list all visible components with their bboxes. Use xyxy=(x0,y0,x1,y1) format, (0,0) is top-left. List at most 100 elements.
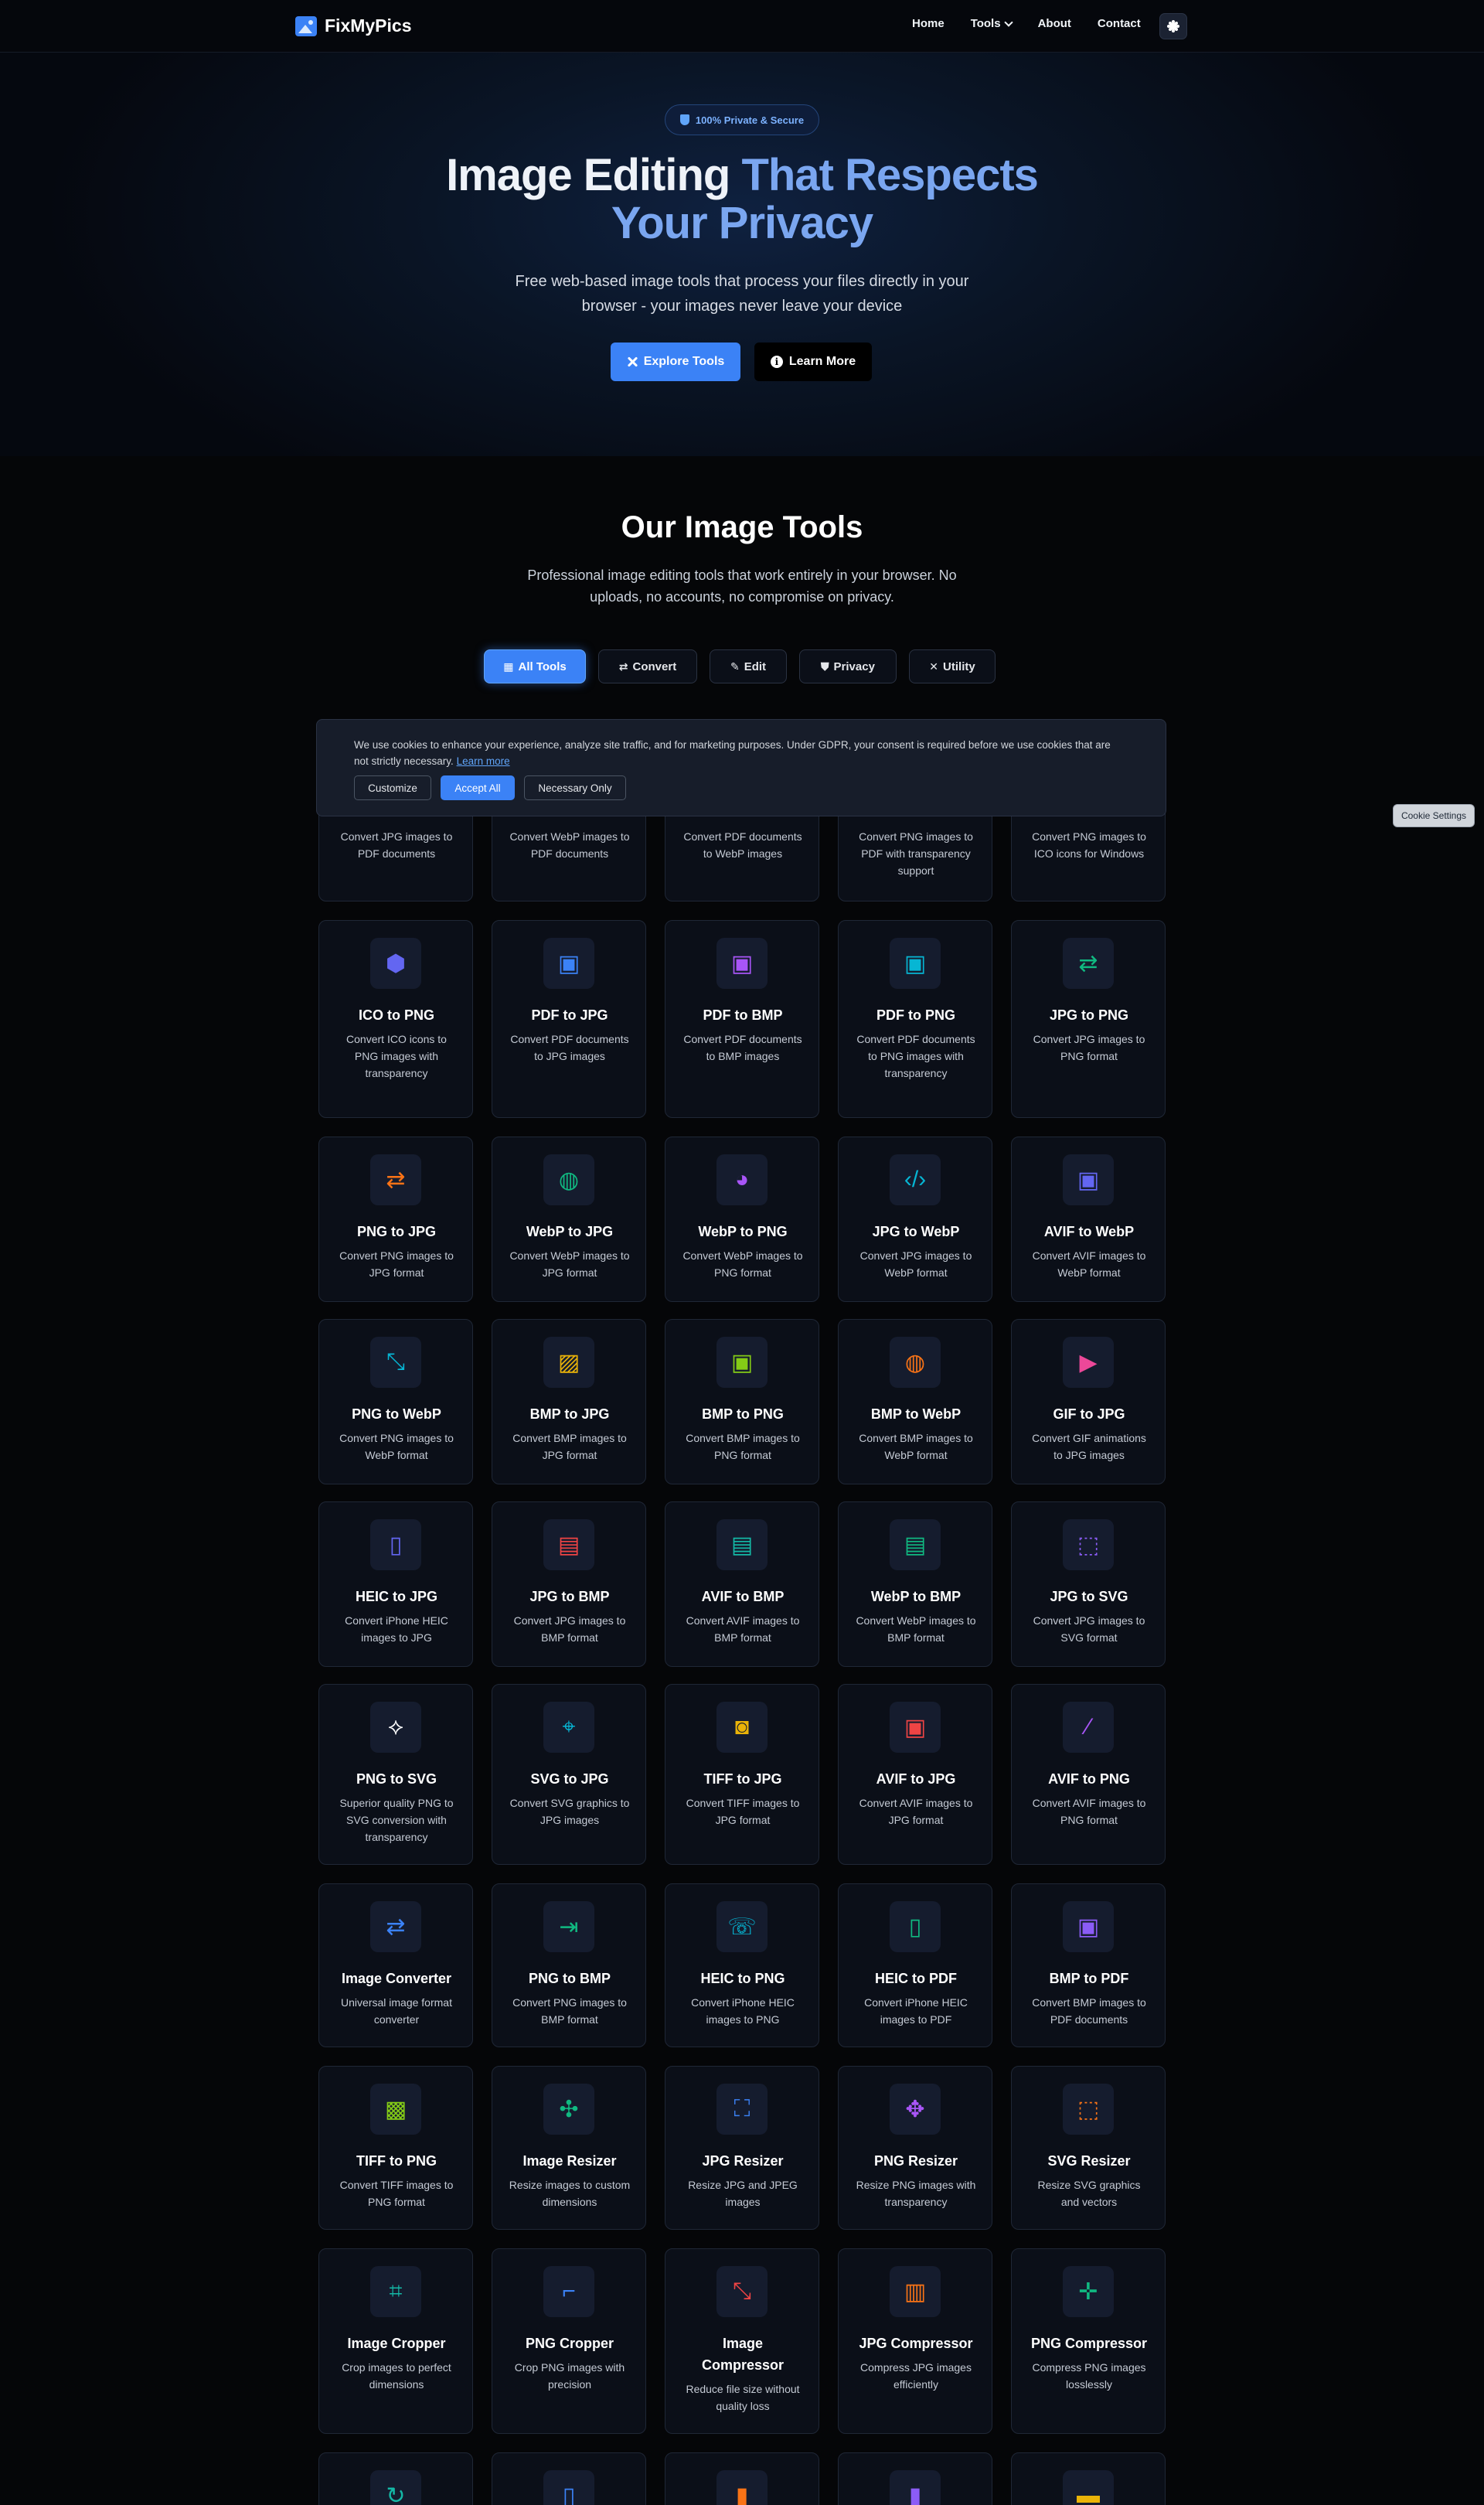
globe-icon: ◍ xyxy=(890,1337,941,1388)
tool-card[interactable]: ▬ xyxy=(1011,2452,1166,2505)
tool-card[interactable]: ✛ PNG Compressor Compress PNG images lossl… xyxy=(1011,2248,1166,2434)
tool-card-description: Convert JPG images to BMP format xyxy=(513,1614,626,1644)
tool-card[interactable]: ◍ WebP to JPG Convert WebP images to JPG f… xyxy=(492,1137,646,1302)
tool-card[interactable]: ◙ TIFF to JPG Convert TIFF images to JPG f… xyxy=(665,1684,819,1865)
tool-card[interactable]: ▣ AVIF to WebP Convert AVIF images to WebP… xyxy=(1011,1137,1166,1302)
file-image-icon: ▣ xyxy=(543,938,594,989)
compress-arrows-icon: ✛ xyxy=(1063,2266,1114,2317)
tool-card[interactable]: ⬚ JPG to SVG Convert JPG images to SVG for… xyxy=(1011,1501,1166,1667)
tool-card-title: JPG to SVG xyxy=(1050,1589,1128,1604)
tool-card[interactable]: ▣ PDF to BMP Convert PDF documents to BMP … xyxy=(665,920,819,1118)
tool-card[interactable]: ‹/› JPG to WebP Convert JPG images to WebP… xyxy=(838,1137,992,1302)
tool-grid: ▣JPG to PDFConvert JPG images to PDF doc… xyxy=(318,0,1166,2505)
cookie-learn-more-link[interactable]: Learn more xyxy=(457,755,510,767)
tool-card-title: AVIF to WebP xyxy=(1043,1224,1135,1239)
camera-retro-icon: ▩ xyxy=(370,2084,421,2135)
tool-card[interactable]: ◍ BMP to WebP Convert BMP images to WebP f… xyxy=(838,1319,992,1484)
file-image-icon: ▣ xyxy=(890,938,941,989)
tool-card-title: BMP to PNG xyxy=(702,1406,784,1422)
tool-card-description: Convert BMP images to WebP format xyxy=(859,1432,973,1461)
tool-card[interactable]: ▣ PDF to PNG Convert PDF documents to PNG … xyxy=(838,920,992,1118)
tool-card[interactable]: ⬢ ICO to PNG Convert ICO icons to PNG imag… xyxy=(318,920,473,1118)
tool-card[interactable]: ▥ JPG Compressor Compress JPG images effic… xyxy=(838,2248,992,2434)
tool-card-description: Convert AVIF images to JPG format xyxy=(859,1797,973,1826)
tool-card[interactable]: ⌗ Image Cropper Crop images to perfect dim… xyxy=(318,2248,473,2434)
tool-card[interactable]: ⛶ JPG Resizer Resize JPG and JPEG images xyxy=(665,2066,819,2230)
tool-card-title: TIFF to PNG xyxy=(356,2153,437,2169)
tool-card[interactable]: ⤡ Image Compressor Reduce file size withou… xyxy=(665,2248,819,2434)
file-zipper-icon: ▥ xyxy=(890,2266,941,2317)
globe-icon: ◍ xyxy=(543,1154,594,1205)
tool-card-title: SVG Resizer xyxy=(1047,2153,1131,2169)
tool-card-description: Convert WebP images to PNG format xyxy=(682,1249,803,1279)
tool-card-title: AVIF to JPG xyxy=(876,1771,956,1787)
tool-card-title: WebP to JPG xyxy=(526,1224,614,1239)
tool-card[interactable]: ▯ xyxy=(492,2452,646,2505)
tool-card[interactable]: ▯ HEIC to JPG Convert iPhone HEIC images t… xyxy=(318,1501,473,1667)
file-image-icon: ▣ xyxy=(890,1702,941,1753)
tool-card-description: Convert iPhone HEIC images to JPG xyxy=(345,1614,448,1644)
tool-card-description: Convert BMP images to PNG format xyxy=(686,1432,800,1461)
tool-card[interactable]: ▶ GIF to JPG Convert GIF animations to JPG… xyxy=(1011,1319,1166,1484)
tool-card[interactable]: ▣ PDF to JPG Convert PDF documents to JPG … xyxy=(492,920,646,1118)
tool-card-description: Resize JPG and JPEG images xyxy=(688,2179,798,2208)
compress-icon: ⤡ xyxy=(716,2266,768,2317)
tool-card[interactable]: ▩ TIFF to PNG Convert TIFF images to PNG f… xyxy=(318,2066,473,2230)
tool-card[interactable]: ⇄ Image Converter Universal image format c… xyxy=(318,1883,473,2047)
cookie-accept-button[interactable]: Accept All xyxy=(441,775,515,800)
tool-card-title: JPG to BMP xyxy=(529,1589,610,1604)
file-icon: ▮ xyxy=(890,2470,941,2505)
tool-card-description: Universal image format converter xyxy=(341,1996,452,2026)
tool-card[interactable]: ✥ PNG Resizer Resize PNG images with trans… xyxy=(838,2066,992,2230)
tool-card[interactable]: ⇄ PNG to JPG Convert PNG images to JPG for… xyxy=(318,1137,473,1302)
tool-card[interactable]: ▣ BMP to PDF Convert BMP images to PDF doc… xyxy=(1011,1883,1166,2047)
camera-icon: ◙ xyxy=(716,1702,768,1753)
tool-card[interactable]: ▤ JPG to BMP Convert JPG images to BMP for… xyxy=(492,1501,646,1667)
tool-card[interactable]: ▣ AVIF to JPG Convert AVIF images to JPG f… xyxy=(838,1684,992,1865)
tool-card[interactable]: ⌐ PNG Cropper Crop PNG images with precisi… xyxy=(492,2248,646,2434)
tool-card-description: Crop PNG images with precision xyxy=(514,2361,625,2391)
tool-card-title: PNG to BMP xyxy=(529,1971,611,1986)
tool-card-title: Image Compressor xyxy=(701,2336,785,2373)
tool-card-title: TIFF to JPG xyxy=(703,1771,782,1787)
tool-card[interactable]: ▣ BMP to PNG Convert BMP images to PNG for… xyxy=(665,1319,819,1484)
tool-card-title: BMP to PDF xyxy=(1049,1971,1129,1986)
tool-card-title: JPG to PNG xyxy=(1049,1007,1128,1023)
tool-card[interactable]: ⇥ PNG to BMP Convert PNG images to BMP for… xyxy=(492,1883,646,2047)
cookie-customize-button[interactable]: Customize xyxy=(354,775,431,800)
images-icon: ▤ xyxy=(890,1519,941,1570)
tool-card-description: Compress PNG images losslessly xyxy=(1032,2361,1146,2391)
tool-card[interactable]: ✣ Image Resizer Resize images to custom di… xyxy=(492,2066,646,2230)
mobile-icon: ▯ xyxy=(543,2470,594,2505)
tool-card-description: Convert JPG images to SVG format xyxy=(1033,1614,1145,1644)
tool-card[interactable]: ▨ BMP to JPG Convert BMP images to JPG for… xyxy=(492,1319,646,1484)
tool-card[interactable]: ⌖ SVG to JPG Convert SVG graphics to JPG i… xyxy=(492,1684,646,1865)
tool-card[interactable]: ▮ xyxy=(665,2452,819,2505)
tool-card[interactable]: ⟡ PNG to SVG Superior quality PNG to SVG c… xyxy=(318,1684,473,1865)
sun-icon xyxy=(1169,22,1177,30)
tool-card-description: Convert AVIF images to PNG format xyxy=(1032,1797,1146,1826)
tool-card[interactable]: ▤ WebP to BMP Convert WebP images to BMP f… xyxy=(838,1501,992,1667)
tool-card[interactable]: ⤡ PNG to WebP Convert PNG images to WebP f… xyxy=(318,1319,473,1484)
tool-card-description: Convert BMP images to JPG format xyxy=(512,1432,627,1461)
tool-card-description: Convert SVG graphics to JPG images xyxy=(509,1797,630,1826)
tool-card[interactable]: ⁄ AVIF to PNG Convert AVIF images to PNG f… xyxy=(1011,1684,1166,1865)
tool-card[interactable]: ⇄ JPG to PNG Convert JPG images to PNG for… xyxy=(1011,920,1166,1118)
tool-card[interactable]: ▤ AVIF to BMP Convert AVIF images to BMP f… xyxy=(665,1501,819,1667)
tool-card-description: Convert BMP images to PDF documents xyxy=(1032,1996,1146,2026)
tool-card[interactable]: ⬚ SVG Resizer Resize SVG graphics and vect… xyxy=(1011,2066,1166,2230)
tool-card-title: PNG to JPG xyxy=(356,1224,436,1239)
cookie-settings-button[interactable]: Cookie Settings xyxy=(1393,804,1475,827)
tool-card-title: HEIC to PDF xyxy=(875,1971,957,1986)
expand-icon: ⛶ xyxy=(716,2084,768,2135)
tool-card[interactable]: ▮ xyxy=(838,2452,992,2505)
tool-card[interactable]: ☏ HEIC to PNG Convert iPhone HEIC images t… xyxy=(665,1883,819,2047)
tool-card-title: Image Cropper xyxy=(347,2336,446,2351)
tool-card[interactable]: ◕ WebP to PNG Convert WebP images to PNG f… xyxy=(665,1137,819,1302)
tool-card[interactable]: ↻ xyxy=(318,2452,473,2505)
tool-card-description: Convert PDF documents to PNG images with… xyxy=(856,1033,975,1079)
tool-card[interactable]: ▯ HEIC to PDF Convert iPhone HEIC images t… xyxy=(838,1883,992,2047)
exchange-icon: ⇄ xyxy=(370,1901,421,1952)
tool-card-title: PNG to SVG xyxy=(356,1771,437,1787)
cookie-necessary-button[interactable]: Necessary Only xyxy=(524,775,626,800)
